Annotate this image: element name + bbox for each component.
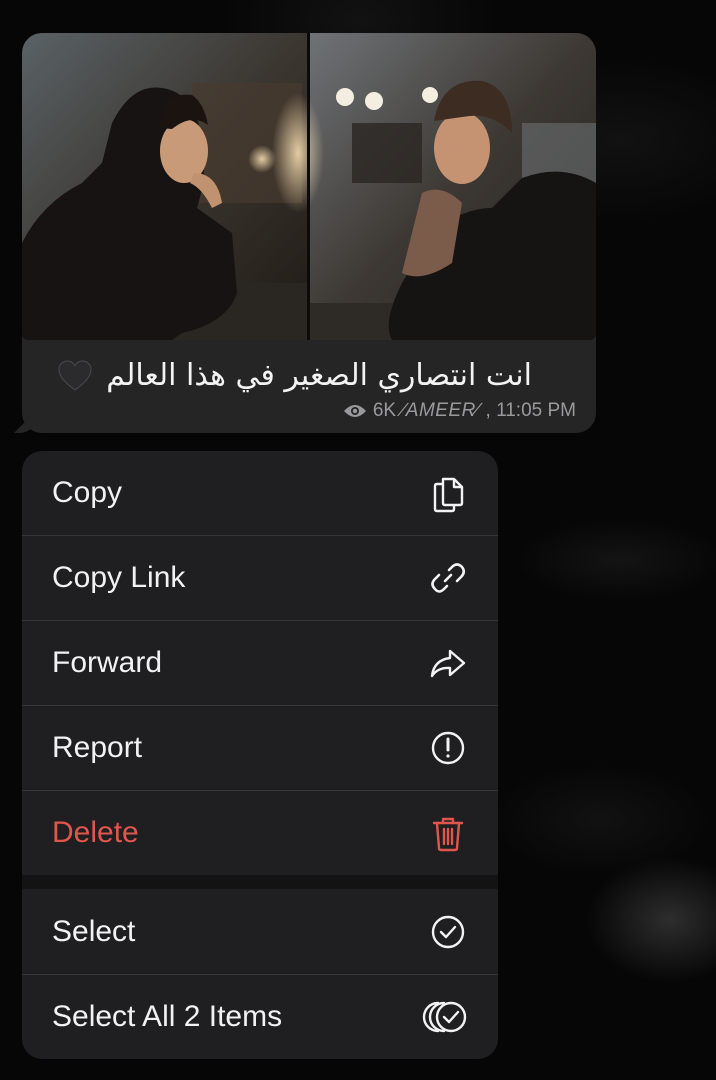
report-icon: [428, 728, 468, 768]
message-photo[interactable]: [22, 33, 596, 340]
menu-item-label: Copy Link: [52, 561, 186, 594]
trash-icon: [428, 813, 468, 853]
menu-item-select[interactable]: Select: [22, 890, 498, 974]
menu-item-label: Delete: [52, 816, 139, 849]
photo-image: [22, 33, 596, 340]
views-count: 6K: [372, 400, 397, 421]
menu-item-label: Report: [52, 731, 143, 764]
menu-item-copy-link[interactable]: Copy Link: [22, 536, 498, 620]
check-circle-icon: [428, 912, 468, 952]
menu-item-label: Forward: [52, 646, 163, 679]
caption-text: انت انتصاري الصغير في هذا العالم: [106, 358, 532, 393]
forward-icon: [428, 643, 468, 683]
context-menu: Copy Copy Link Forward Report Delete Sel…: [22, 451, 498, 1059]
link-icon: [428, 558, 468, 598]
author-signature: ∕AMEER∕: [402, 400, 480, 421]
menu-item-select-all[interactable]: Select All 2 Items: [22, 975, 498, 1059]
message-caption[interactable]: انت انتصاري الصغير في هذا العالم: [58, 356, 532, 396]
menu-item-label: Select All 2 Items: [52, 1000, 283, 1033]
views-eye-icon: [343, 405, 366, 417]
message-meta: 6K ∕AMEER∕ , 11:05 PM: [343, 399, 576, 423]
copy-icon: [428, 473, 468, 513]
black-heart-emoji: [58, 360, 92, 391]
menu-item-copy[interactable]: Copy: [22, 451, 498, 535]
message-time: , 11:05 PM: [485, 400, 576, 421]
multi-select-icon: [418, 997, 468, 1037]
menu-item-label: Copy: [52, 476, 123, 509]
menu-group-gap: [22, 875, 498, 889]
menu-item-delete[interactable]: Delete: [22, 791, 498, 875]
message-bubble[interactable]: انت انتصاري الصغير في هذا العالم 6K ∕AME…: [14, 33, 596, 433]
menu-item-report[interactable]: Report: [22, 706, 498, 790]
menu-item-forward[interactable]: Forward: [22, 621, 498, 705]
menu-item-label: Select: [52, 915, 136, 948]
